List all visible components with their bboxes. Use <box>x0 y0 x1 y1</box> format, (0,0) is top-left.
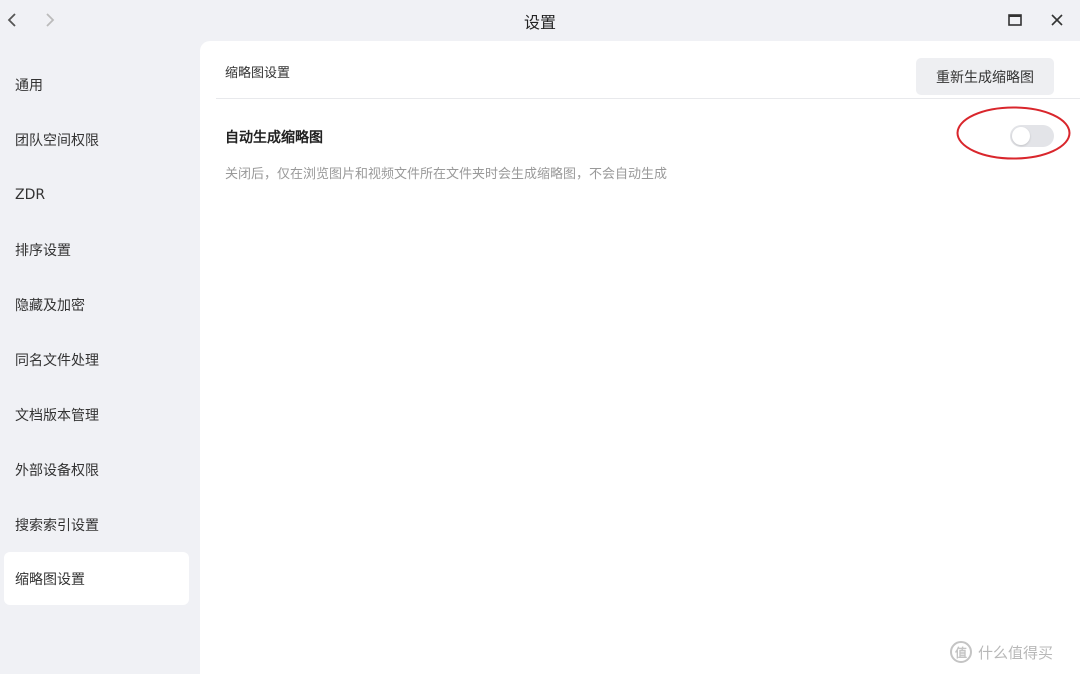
sidebar-item-version-management[interactable]: 文档版本管理 <box>4 388 189 441</box>
sidebar-item-zdr[interactable]: ZDR <box>4 168 189 221</box>
sidebar-item-general[interactable]: 通用 <box>4 58 189 111</box>
regenerate-thumbnails-button[interactable]: 重新生成缩略图 <box>916 58 1054 95</box>
sidebar-item-team-space-permissions[interactable]: 团队空间权限 <box>4 113 189 166</box>
forward-button[interactable] <box>38 9 60 31</box>
toggle-knob <box>1012 127 1030 145</box>
maximize-icon <box>1008 14 1022 26</box>
sidebar-item-search-index[interactable]: 搜索索引设置 <box>4 498 189 551</box>
sidebar-item-hide-encrypt[interactable]: 隐藏及加密 <box>4 278 189 331</box>
title-bar: 设置 <box>0 0 1080 40</box>
watermark-logo-icon: 值 <box>950 641 972 663</box>
close-button[interactable] <box>1046 9 1068 31</box>
sidebar-item-thumbnail-settings[interactable]: 缩略图设置 <box>4 552 189 605</box>
sidebar-item-external-devices[interactable]: 外部设备权限 <box>4 443 189 496</box>
sidebar-item-sort-settings[interactable]: 排序设置 <box>4 223 189 276</box>
auto-thumbnail-label: 自动生成缩略图 <box>225 130 323 146</box>
window-title: 设置 <box>523 13 556 32</box>
settings-sidebar: 通用 团队空间权限 ZDR 排序设置 隐藏及加密 同名文件处理 文档版本管理 外… <box>0 40 200 674</box>
section-title: 缩略图设置 <box>225 66 291 81</box>
close-icon <box>1051 14 1063 26</box>
watermark-text: 什么值得买 <box>978 643 1054 662</box>
chevron-left-icon <box>7 13 16 27</box>
auto-thumbnail-description: 关闭后，仅在浏览图片和视频文件所在文件夹时会生成缩略图，不会自动生成 <box>225 167 668 182</box>
chevron-right-icon <box>46 13 55 27</box>
watermark: 值 什么值得买 <box>950 640 1053 664</box>
back-button[interactable] <box>2 9 24 31</box>
settings-content-panel: 缩略图设置 重新生成缩略图 自动生成缩略图 关闭后，仅在浏览图片和视频文件所在文… <box>200 41 1080 674</box>
section-divider <box>216 98 1080 99</box>
maximize-button[interactable] <box>1004 9 1026 31</box>
sidebar-item-duplicate-name[interactable]: 同名文件处理 <box>4 333 189 386</box>
auto-thumbnail-toggle[interactable] <box>1010 125 1054 147</box>
